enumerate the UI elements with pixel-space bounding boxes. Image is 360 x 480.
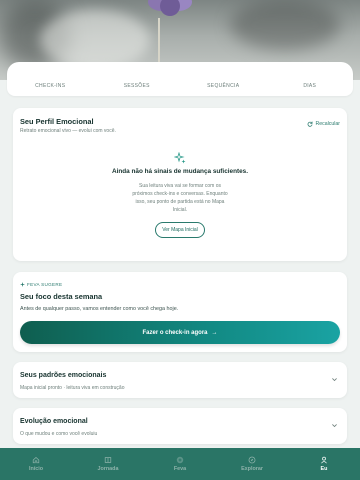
arrow-right-icon: → (211, 329, 218, 336)
tag-label: FEVA SUGERE (27, 282, 63, 287)
bottom-navigation: Início Jornada Feva Explorar Eu (0, 448, 360, 480)
flower-illustration (148, 0, 192, 16)
stat-checkins: CHECK-INS (7, 77, 94, 89)
stat-label: SESSÕES (123, 83, 150, 89)
stat-streak: SEQUÊNCIA (180, 77, 267, 89)
focus-text: Antes de qualquer passo, vamos entender … (20, 306, 179, 312)
patterns-title: Seus padrões emocionais (20, 372, 107, 379)
nav-label: Jornada (97, 466, 119, 472)
focus-title: Seu foco desta semana (20, 292, 103, 301)
nav-label: Eu (320, 466, 328, 472)
chevron-down-icon[interactable] (331, 376, 338, 383)
home-icon (32, 456, 40, 464)
empty-state-title: Ainda não há sinais de mudança suficient… (111, 168, 249, 175)
checkin-now-button[interactable]: Fazer o check-in agora → (20, 321, 340, 344)
stat-sessions: SESSÕES (94, 77, 181, 89)
feva-suggests-tag: FEVA SUGERE (20, 282, 62, 287)
stat-days: DIAS (267, 77, 354, 89)
evolution-title: Evolução emocional (20, 418, 88, 425)
emotional-patterns-section[interactable]: Seus padrões emocionais Mapa inicial pro… (13, 362, 347, 398)
empty-state-text: Sua leitura viva vai se formar com os pr… (132, 183, 228, 213)
stat-label: CHECK-INS (35, 83, 66, 89)
sparkle-icon (174, 152, 186, 164)
profile-subtitle: Retrato emocional vivo — evolui com você… (20, 128, 116, 134)
compass-icon (248, 456, 256, 464)
chevron-down-icon[interactable] (331, 422, 338, 429)
book-icon (104, 457, 112, 463)
stats-bar: CHECK-INS SESSÕES SEQUÊNCIA DIAS (7, 62, 353, 96)
sparkle-icon (176, 456, 184, 464)
evolution-subtitle: O que mudou e como você evoluiu (20, 431, 98, 437)
checkin-button-label: Fazer o check-in agora (142, 329, 208, 336)
view-initial-map-button[interactable]: Ver Mapa Inicial (155, 222, 205, 238)
nav-item-jornada[interactable]: Jornada (72, 448, 144, 480)
nav-item-inicio[interactable]: Início (0, 448, 72, 480)
profile-title: Seu Perfil Emocional (20, 117, 94, 126)
weekly-focus-card: FEVA SUGERE Seu foco desta semana Antes … (13, 272, 347, 352)
nav-label: Explorar (241, 466, 263, 472)
emotional-evolution-section[interactable]: Evolução emocional O que mudou e como vo… (13, 408, 347, 444)
emotional-profile-card: Seu Perfil Emocional Retrato emocional v… (13, 108, 347, 261)
nav-item-feva[interactable]: Feva (144, 448, 216, 480)
refresh-icon (308, 121, 313, 127)
nav-item-explorar[interactable]: Explorar (216, 448, 288, 480)
sparkle-icon (20, 282, 25, 287)
nav-label: Feva (173, 466, 187, 472)
patterns-subtitle: Mapa inicial pronto · leitura viva em co… (20, 385, 125, 391)
stat-label: SEQUÊNCIA (207, 83, 240, 89)
nav-item-eu[interactable]: Eu (288, 448, 360, 480)
nav-label: Início (28, 466, 44, 472)
recalculate-button[interactable]: Recalcular (307, 121, 340, 127)
stat-label: DIAS (303, 83, 317, 89)
recalculate-label: Recalcular (315, 121, 340, 127)
user-icon (321, 456, 327, 464)
